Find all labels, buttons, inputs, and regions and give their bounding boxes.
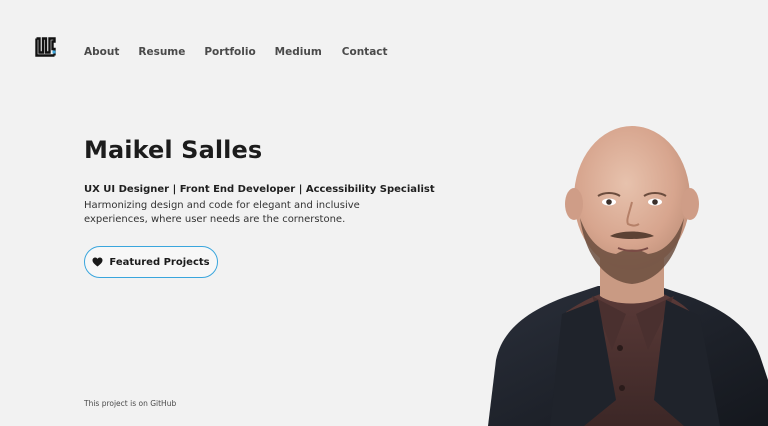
nav-item-portfolio[interactable]: Portfolio: [204, 46, 255, 58]
main-nav: About Resume Portfolio Medium Contact: [84, 40, 388, 59]
monogram-logo-icon[interactable]: [35, 37, 56, 57]
nav-item-medium[interactable]: Medium: [275, 46, 322, 58]
hero-description: Harmonizing design and code for elegant …: [84, 200, 360, 225]
github-note[interactable]: This project is on GitHub: [84, 399, 176, 408]
featured-projects-button[interactable]: Featured Projects: [84, 246, 218, 278]
heart-icon: [92, 257, 103, 267]
featured-projects-label: Featured Projects: [109, 256, 210, 268]
nav-item-contact[interactable]: Contact: [342, 46, 388, 58]
role-list: UX UI Designer | Front End Developer | A…: [84, 184, 435, 195]
nav-item-about[interactable]: About: [84, 46, 119, 58]
nav-item-resume[interactable]: Resume: [138, 46, 185, 58]
portrait-photo: [488, 126, 768, 426]
page-title: Maikel Salles: [84, 136, 263, 164]
